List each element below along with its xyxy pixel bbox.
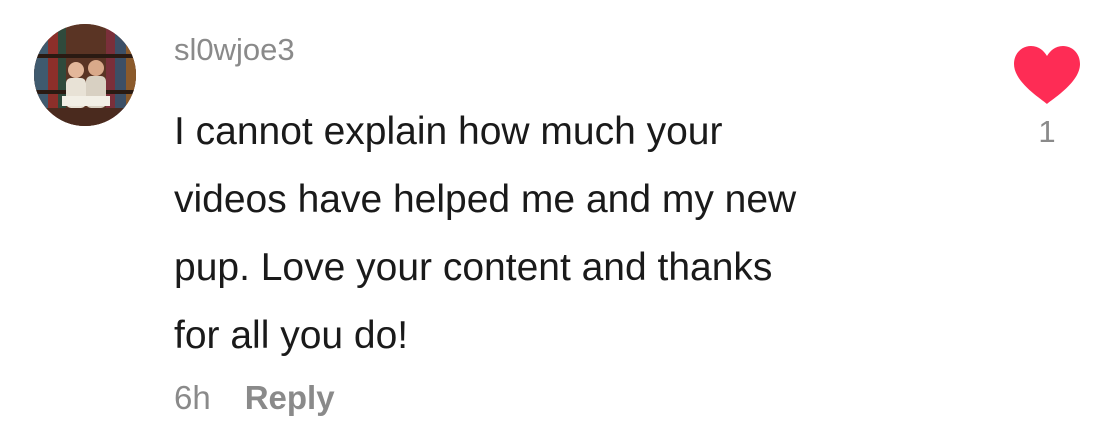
heart-icon <box>1014 46 1080 104</box>
comment-meta: 6h Reply <box>174 374 335 422</box>
avatar-photo <box>34 24 136 126</box>
user-avatar[interactable] <box>34 24 136 126</box>
like-button[interactable] <box>1012 44 1082 106</box>
like-count: 1 <box>1038 114 1056 149</box>
comment-text: I cannot explain how much your videos ha… <box>174 110 797 357</box>
comment-timestamp: 6h <box>174 379 211 416</box>
comment-item: sl0wjoe3 I cannot explain how much your … <box>0 0 1095 442</box>
reply-button[interactable]: Reply <box>245 379 335 417</box>
comment-username[interactable]: sl0wjoe3 <box>174 30 295 70</box>
